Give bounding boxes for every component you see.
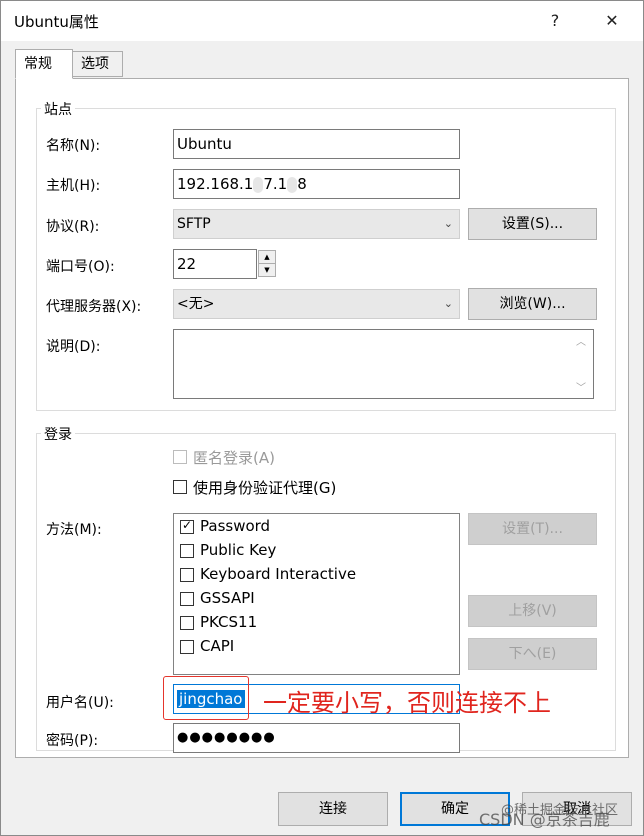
check-icon: ✓ bbox=[182, 518, 193, 532]
username-label: 用户名(U): bbox=[46, 695, 114, 711]
site-group-label: 站点 bbox=[41, 99, 75, 119]
method-capi-checkbox[interactable] bbox=[180, 640, 194, 654]
method-list[interactable]: ✓ Password Public Key Keyboard Interacti… bbox=[173, 513, 460, 675]
close-icon[interactable]: ✕ bbox=[598, 7, 626, 35]
method-gssapi-checkbox[interactable] bbox=[180, 592, 194, 606]
connect-button[interactable]: 连接 bbox=[278, 792, 388, 826]
redaction-mark bbox=[253, 176, 264, 193]
anonymous-label: 匿名登录(A) bbox=[193, 449, 275, 467]
name-label: 名称(N): bbox=[46, 138, 101, 154]
annotation-text: 一定要小写，否则连接不上 bbox=[263, 689, 551, 717]
help-icon[interactable]: ? bbox=[541, 7, 569, 35]
method-keyboard-label: Keyboard Interactive bbox=[200, 565, 357, 583]
protocol-select[interactable]: SFTP ⌄ bbox=[173, 209, 460, 239]
agent-label: 使用身份验证代理(G) bbox=[193, 479, 337, 497]
host-label: 主机(H): bbox=[46, 178, 101, 194]
method-pkcs11-checkbox[interactable] bbox=[180, 616, 194, 630]
method-capi-label: CAPI bbox=[200, 637, 235, 655]
move-down-button[interactable]: 下へ(E) bbox=[468, 638, 597, 670]
properties-dialog: Ubuntu属性 ? ✕ 常规 选项 站点 名称(N): Ubuntu 主机(H… bbox=[0, 0, 644, 836]
spin-up-icon[interactable]: ▲ bbox=[258, 250, 276, 264]
proxy-value: <无> bbox=[177, 296, 215, 312]
method-settings-button[interactable]: 设置(T)... bbox=[468, 513, 597, 545]
tab-general[interactable]: 常规 bbox=[15, 49, 73, 79]
protocol-settings-button[interactable]: 设置(S)... bbox=[468, 208, 597, 240]
host-value-part-3: 8 bbox=[297, 175, 307, 193]
port-input[interactable]: 22 bbox=[173, 249, 257, 279]
host-value-part-2: 7.1 bbox=[263, 175, 288, 193]
move-up-button[interactable]: 上移(V) bbox=[468, 595, 597, 627]
general-tab-panel: 站点 名称(N): Ubuntu 主机(H): 192.168.1 7.1 8 协议… bbox=[15, 78, 629, 758]
host-input[interactable]: 192.168.1 7.1 8 bbox=[173, 169, 460, 199]
tab-options[interactable]: 选项 bbox=[72, 51, 123, 77]
method-keyboard-checkbox[interactable] bbox=[180, 568, 194, 582]
host-value-part-1: 192.168.1 bbox=[177, 175, 254, 193]
method-pkcs11-label: PKCS11 bbox=[200, 613, 258, 631]
method-gssapi-label: GSSAPI bbox=[200, 589, 255, 607]
chevron-down-icon: ⌄ bbox=[443, 217, 453, 230]
description-textarea[interactable] bbox=[173, 329, 594, 399]
method-label: 方法(M): bbox=[46, 522, 102, 538]
title-bar: Ubuntu属性 ? ✕ bbox=[1, 1, 643, 41]
method-publickey-checkbox[interactable] bbox=[180, 544, 194, 558]
protocol-label: 协议(R): bbox=[46, 219, 100, 235]
method-password-label: Password bbox=[200, 517, 271, 535]
scroll-down-icon[interactable]: ﹀ bbox=[576, 379, 626, 394]
protocol-value: SFTP bbox=[177, 216, 211, 232]
method-publickey-label: Public Key bbox=[200, 541, 277, 559]
window-title: Ubuntu属性 bbox=[14, 13, 99, 31]
description-label: 说明(D): bbox=[46, 339, 101, 355]
watermark-csdn: CSDN @京茶吉鹿 bbox=[479, 810, 610, 829]
chevron-down-icon: ⌄ bbox=[443, 297, 453, 310]
redaction-mark bbox=[287, 176, 298, 193]
login-group-label: 登录 bbox=[41, 424, 75, 444]
port-label: 端口号(O): bbox=[46, 259, 115, 275]
agent-checkbox[interactable] bbox=[173, 480, 187, 494]
port-spinner: ▲ ▼ bbox=[258, 250, 276, 278]
scroll-up-icon[interactable]: ︿ bbox=[576, 333, 626, 348]
method-password-checkbox[interactable]: ✓ bbox=[180, 518, 194, 534]
browse-button[interactable]: 浏览(W)... bbox=[468, 288, 597, 320]
name-input[interactable]: Ubuntu bbox=[173, 129, 460, 159]
proxy-label: 代理服务器(X): bbox=[46, 299, 142, 315]
spin-down-icon[interactable]: ▼ bbox=[258, 263, 276, 277]
password-label: 密码(P): bbox=[46, 733, 99, 749]
annotation-highlight-box bbox=[163, 676, 249, 720]
password-input[interactable]: ●●●●●●●● bbox=[173, 723, 460, 753]
proxy-select[interactable]: <无> ⌄ bbox=[173, 289, 460, 319]
anonymous-checkbox[interactable] bbox=[173, 450, 187, 464]
